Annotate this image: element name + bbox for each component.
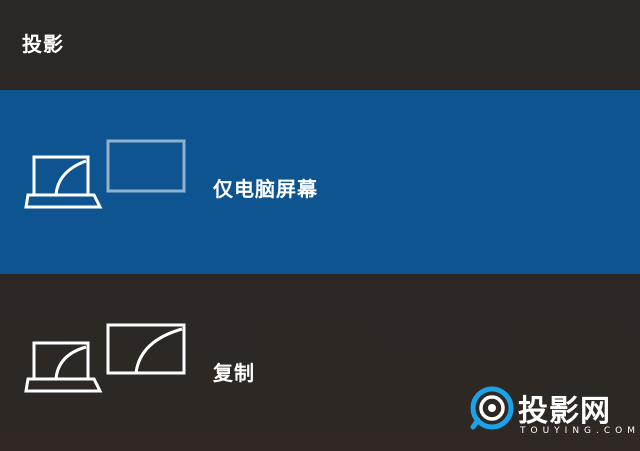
duplicate-icon bbox=[24, 323, 186, 393]
project-panel: 投影 仅电脑屏幕 复制 投影网 TOUYING.COM bbox=[0, 0, 640, 451]
option-pc-screen-only[interactable]: 仅电脑屏幕 bbox=[0, 90, 640, 274]
option-label: 复制 bbox=[213, 361, 255, 385]
panel-title: 投影 bbox=[22, 32, 64, 56]
pc-screen-only-icon bbox=[24, 139, 186, 209]
watermark-name: 投影网 bbox=[518, 394, 611, 429]
watermark-domain: TOUYING.COM bbox=[520, 426, 640, 436]
watermark: 投影网 TOUYING.COM bbox=[470, 386, 635, 446]
camera-lens-logo-icon bbox=[470, 386, 514, 430]
option-label: 仅电脑屏幕 bbox=[213, 177, 318, 201]
